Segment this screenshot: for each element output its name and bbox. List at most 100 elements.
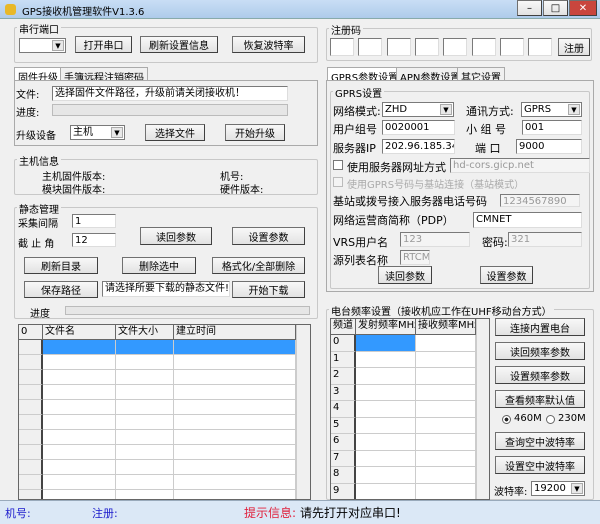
row-header[interactable] bbox=[19, 370, 43, 385]
delete-selected-button[interactable]: 删除选中 bbox=[122, 257, 196, 274]
table-header-cell[interactable]: 建立时间 bbox=[174, 325, 296, 340]
table-cell[interactable] bbox=[116, 475, 174, 490]
table-cell[interactable] bbox=[43, 430, 116, 445]
row-header[interactable] bbox=[19, 340, 43, 355]
table-cell[interactable] bbox=[116, 385, 174, 400]
password-field[interactable]: 321 bbox=[508, 232, 582, 247]
save-path-button[interactable]: 保存路径 bbox=[24, 281, 98, 298]
refresh-settings-button[interactable]: 刷新设置信息 bbox=[140, 36, 218, 53]
pdp-field[interactable]: CMNET bbox=[473, 212, 582, 228]
table-cell[interactable] bbox=[174, 355, 296, 370]
source-field[interactable]: RTCM bbox=[400, 250, 430, 265]
row-header[interactable] bbox=[19, 490, 43, 499]
table-cell[interactable] bbox=[116, 340, 174, 355]
read-frequency-button[interactable]: 读回频率参数 bbox=[495, 342, 585, 360]
register-code-field[interactable] bbox=[414, 38, 439, 56]
static-set-button[interactable]: 设置参数 bbox=[232, 227, 305, 245]
table-cell[interactable] bbox=[43, 385, 116, 400]
table-header-cell[interactable]: 0 bbox=[19, 325, 43, 340]
table-header-cell[interactable]: 接收频率MHz bbox=[416, 319, 476, 335]
table-header-cell[interactable]: 文件名 bbox=[43, 325, 116, 340]
table-cell[interactable] bbox=[116, 400, 174, 415]
file-table[interactable]: 0 文件名 文件大小 建立时间 bbox=[18, 324, 311, 500]
register-code-field[interactable] bbox=[443, 38, 468, 56]
tab-other-settings[interactable]: 其它设置 bbox=[457, 67, 505, 84]
tx-frequency-cell[interactable] bbox=[356, 335, 416, 352]
row-header[interactable] bbox=[19, 460, 43, 475]
set-frequency-button[interactable]: 设置频率参数 bbox=[495, 366, 585, 384]
maximize-button[interactable]: □ bbox=[543, 0, 568, 16]
table-header-cell[interactable]: 频道 bbox=[331, 319, 356, 335]
table-cell[interactable] bbox=[174, 475, 296, 490]
refresh-dir-button[interactable]: 刷新目录 bbox=[24, 257, 98, 274]
tab-firmware-upgrade[interactable]: 固件升级 bbox=[14, 67, 62, 84]
format-delete-all-button[interactable]: 格式化/全部删除 bbox=[212, 257, 305, 274]
table-cell[interactable] bbox=[174, 490, 296, 499]
table-cell[interactable] bbox=[116, 415, 174, 430]
row-header[interactable] bbox=[19, 475, 43, 490]
interval-field[interactable]: 1 bbox=[72, 214, 116, 228]
table-cell[interactable] bbox=[43, 340, 116, 355]
row-header[interactable] bbox=[19, 385, 43, 400]
select-file-button[interactable]: 选择文件 bbox=[145, 124, 205, 141]
table-cell[interactable] bbox=[116, 445, 174, 460]
baud-select[interactable]: 19200 ▼ bbox=[531, 481, 585, 496]
tx-frequency-cell[interactable] bbox=[356, 417, 416, 434]
table-cell[interactable] bbox=[116, 490, 174, 499]
band-460m-radio[interactable] bbox=[502, 415, 511, 424]
use-url-checkbox[interactable] bbox=[333, 160, 343, 170]
frequency-table[interactable]: 频道 发射频率MHz 接收频率MHz 0 1 2 3 4 5 6 7 8 9 bbox=[330, 318, 490, 500]
register-code-field[interactable] bbox=[358, 38, 383, 56]
rx-frequency-cell[interactable] bbox=[416, 401, 476, 418]
net-mode-select[interactable]: ZHD ▼ bbox=[382, 102, 454, 117]
band-230m-radio[interactable] bbox=[546, 415, 555, 424]
tx-frequency-cell[interactable] bbox=[356, 450, 416, 467]
table-cell[interactable] bbox=[43, 490, 116, 499]
tab-gprs-settings[interactable]: GPRS参数设置 bbox=[327, 67, 403, 84]
minimize-button[interactable]: – bbox=[517, 0, 542, 16]
table-cell[interactable] bbox=[174, 340, 296, 355]
server-ip-field[interactable]: 202.96.185.34 bbox=[382, 139, 455, 154]
register-code-field[interactable] bbox=[499, 38, 524, 56]
tab-apn-settings[interactable]: APN参数设置 bbox=[396, 67, 465, 84]
cutoff-field[interactable]: 12 bbox=[72, 233, 116, 247]
table-cell[interactable] bbox=[174, 430, 296, 445]
tx-frequency-cell[interactable] bbox=[356, 368, 416, 385]
table-cell[interactable] bbox=[43, 475, 116, 490]
row-header[interactable] bbox=[19, 445, 43, 460]
server-url-field[interactable]: hd-cors.gicp.net bbox=[450, 158, 590, 173]
tx-frequency-cell[interactable] bbox=[356, 401, 416, 418]
tx-frequency-cell[interactable] bbox=[356, 434, 416, 451]
table-cell[interactable] bbox=[174, 460, 296, 475]
table-cell[interactable] bbox=[174, 385, 296, 400]
gprs-read-button[interactable]: 读回参数 bbox=[378, 266, 432, 284]
scrollbar[interactable] bbox=[476, 319, 489, 499]
row-header[interactable] bbox=[19, 355, 43, 370]
table-cell[interactable] bbox=[43, 445, 116, 460]
tx-frequency-cell[interactable] bbox=[356, 351, 416, 368]
register-button[interactable]: 注册 bbox=[558, 38, 590, 56]
table-cell[interactable] bbox=[174, 445, 296, 460]
vrs-user-field[interactable]: 123 bbox=[400, 232, 470, 247]
register-code-field[interactable] bbox=[471, 38, 496, 56]
table-cell[interactable] bbox=[174, 370, 296, 385]
row-header[interactable] bbox=[19, 430, 43, 445]
register-code-field[interactable] bbox=[330, 38, 354, 56]
row-header[interactable] bbox=[19, 415, 43, 430]
close-button[interactable]: ✕ bbox=[569, 0, 597, 16]
user-group-field[interactable]: 0020001 bbox=[382, 120, 455, 135]
table-cell[interactable] bbox=[43, 370, 116, 385]
query-air-baud-button[interactable]: 查询空中波特率 bbox=[495, 432, 585, 450]
table-header-cell[interactable]: 文件大小 bbox=[116, 325, 174, 340]
table-cell[interactable] bbox=[174, 415, 296, 430]
tx-frequency-cell[interactable] bbox=[356, 467, 416, 484]
restore-baud-button[interactable]: 恢复波特率 bbox=[232, 36, 305, 53]
start-upgrade-button[interactable]: 开始升级 bbox=[225, 124, 285, 141]
gprs-set-button[interactable]: 设置参数 bbox=[480, 266, 533, 284]
table-header-cell[interactable]: 发射频率MHz bbox=[356, 319, 416, 335]
open-port-button[interactable]: 打开串口 bbox=[75, 36, 132, 53]
table-cell[interactable] bbox=[116, 460, 174, 475]
port-field[interactable]: 9000 bbox=[516, 139, 582, 154]
table-cell[interactable] bbox=[116, 355, 174, 370]
table-cell[interactable] bbox=[43, 460, 116, 475]
